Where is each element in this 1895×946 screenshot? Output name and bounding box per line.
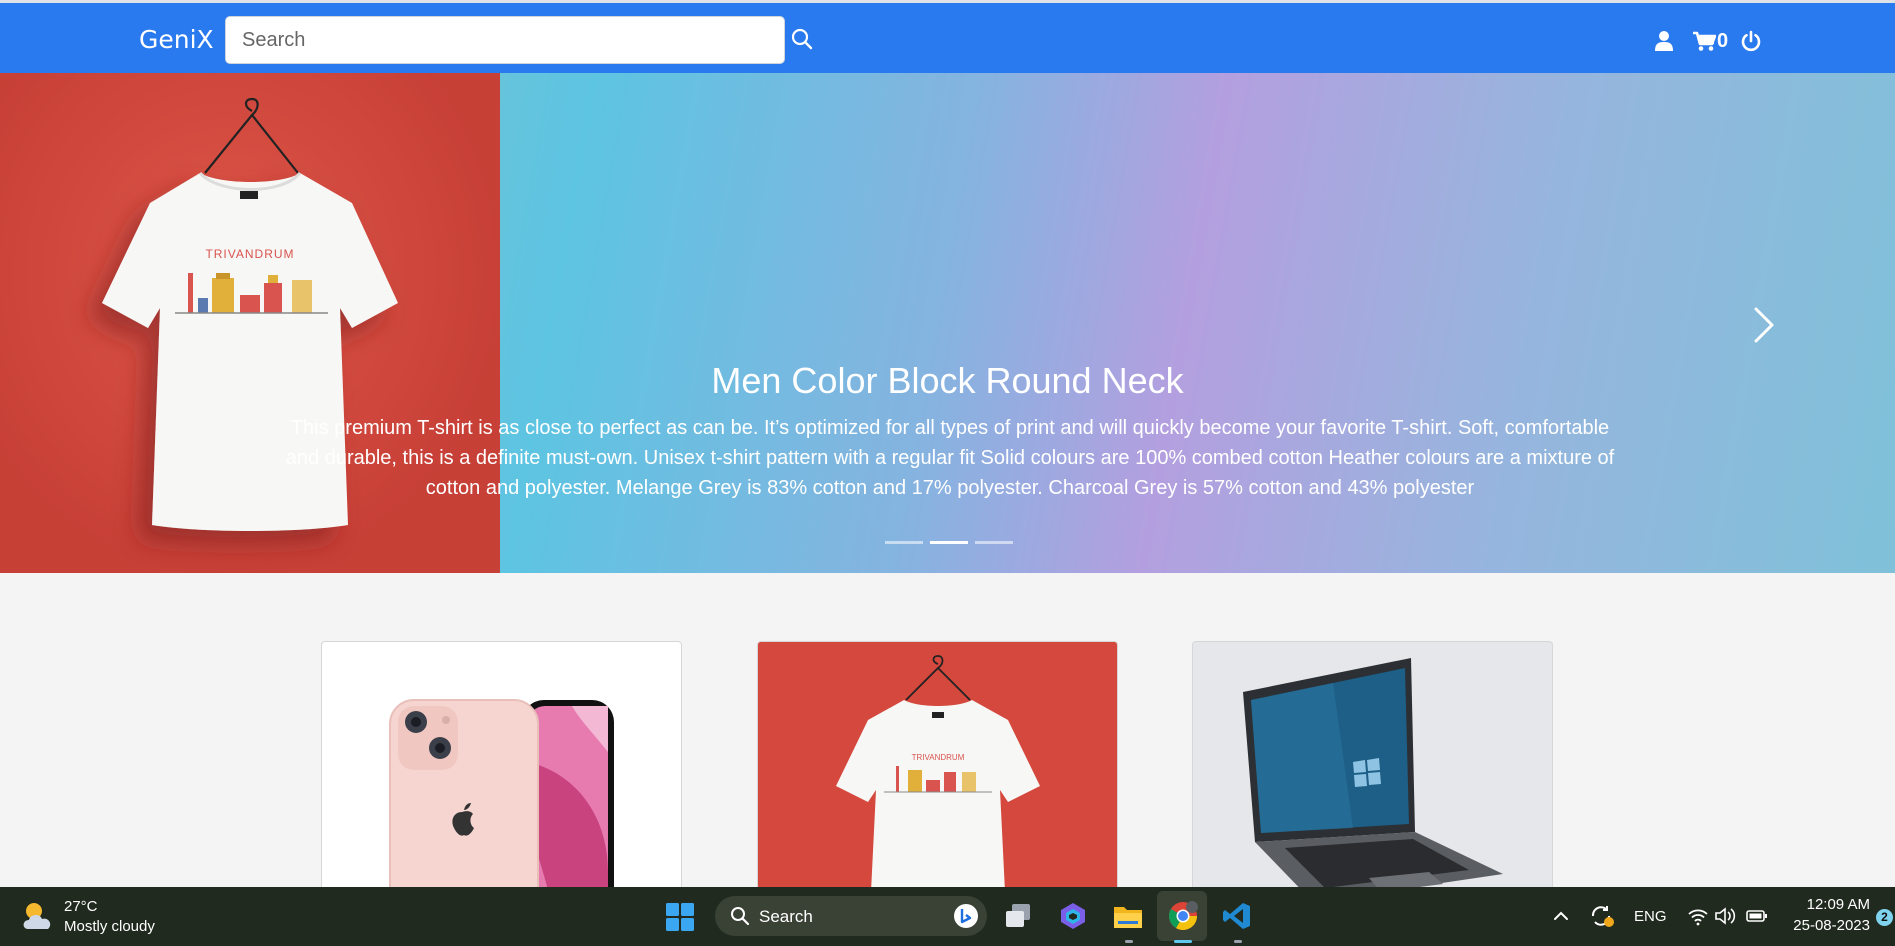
- running-indicator: [1234, 940, 1242, 943]
- active-app-indicator: [1174, 940, 1192, 943]
- show-hidden-icons-button[interactable]: [1552, 907, 1570, 930]
- battery-icon: [1746, 910, 1767, 922]
- laptop-image: [1193, 642, 1552, 900]
- carousel-indicator-1[interactable]: [885, 541, 923, 544]
- clock-date[interactable]: 25-08-2023: [1786, 917, 1870, 934]
- copilot-icon: [1061, 903, 1085, 929]
- windows-taskbar: 27°C Mostly cloudy Search ENG 12:09 AM 2…: [0, 887, 1895, 946]
- product-card-tshirt[interactable]: TRIVANDRUM: [757, 641, 1118, 901]
- speaker-icon: [1715, 907, 1736, 925]
- sync-status-button[interactable]: [1589, 904, 1615, 933]
- vscode-button[interactable]: [1222, 901, 1252, 936]
- slide-description: This premium T-shirt is as close to perf…: [285, 417, 1615, 499]
- chevron-right-icon: [1754, 307, 1774, 343]
- search-icon: [731, 907, 750, 926]
- cart-count: 0: [1717, 29, 1729, 52]
- tshirt-print-text: TRIVANDRUM: [912, 753, 965, 762]
- chevron-up-icon: [1554, 911, 1568, 920]
- search-input[interactable]: [225, 16, 785, 64]
- carousel-caption: Men Color Block Round Neck This premium …: [0, 73, 1895, 573]
- start-button[interactable]: [665, 902, 695, 937]
- network-button[interactable]: [1687, 906, 1709, 931]
- bing-icon: [954, 904, 978, 928]
- cart-button[interactable]: 0: [1692, 27, 1728, 55]
- product-card-laptop[interactable]: [1192, 641, 1553, 901]
- power-icon: [1741, 30, 1761, 52]
- taskbar-search-label: Search: [759, 907, 813, 926]
- chrome-icon: [1169, 901, 1198, 930]
- windows-start-icon: [666, 903, 694, 931]
- weather-description[interactable]: Mostly cloudy: [64, 918, 155, 935]
- cart-icon: [1693, 31, 1716, 51]
- logout-button[interactable]: [1740, 27, 1762, 55]
- volume-button[interactable]: [1714, 906, 1738, 931]
- copilot-button[interactable]: [1058, 901, 1088, 936]
- carousel-next-button[interactable]: [1740, 295, 1788, 355]
- running-indicator: [1125, 940, 1133, 943]
- slide-title: Men Color Block Round Neck: [711, 360, 1184, 401]
- language-indicator[interactable]: ENG: [1634, 908, 1667, 925]
- wifi-icon: [1688, 909, 1708, 926]
- hero-carousel: TRIVANDRUM Men Color Block Round Neck Th…: [0, 73, 1895, 573]
- product-card-iphone[interactable]: [321, 641, 682, 901]
- carousel-indicators: [885, 537, 1015, 549]
- file-explorer-button[interactable]: [1112, 901, 1144, 936]
- task-view-button[interactable]: [1003, 901, 1033, 936]
- search-icon: [791, 28, 813, 50]
- user-icon: [1655, 31, 1673, 51]
- iphone-image: [389, 699, 614, 900]
- tshirt-image: TRIVANDRUM: [758, 642, 1117, 900]
- chrome-button[interactable]: [1167, 900, 1199, 937]
- notification-badge[interactable]: 2: [1876, 909, 1893, 926]
- vscode-icon: [1223, 903, 1250, 929]
- user-button[interactable]: [1654, 27, 1674, 55]
- carousel-indicator-2[interactable]: [930, 541, 968, 544]
- sync-icon: [1591, 906, 1614, 927]
- weather-widget[interactable]: [20, 899, 56, 938]
- battery-button[interactable]: [1746, 908, 1768, 929]
- task-view-icon: [1006, 904, 1030, 927]
- taskbar-search[interactable]: Search: [715, 896, 987, 936]
- folder-icon: [1114, 907, 1142, 928]
- cloudy-weather-icon: [23, 903, 51, 929]
- brand-logo[interactable]: GeniX: [139, 25, 214, 54]
- weather-temperature[interactable]: 27°C: [64, 898, 98, 915]
- carousel-indicator-3[interactable]: [975, 541, 1013, 544]
- clock-time[interactable]: 12:09 AM: [1796, 896, 1870, 913]
- search-button[interactable]: [790, 27, 818, 55]
- navbar: GeniX 0: [0, 3, 1895, 73]
